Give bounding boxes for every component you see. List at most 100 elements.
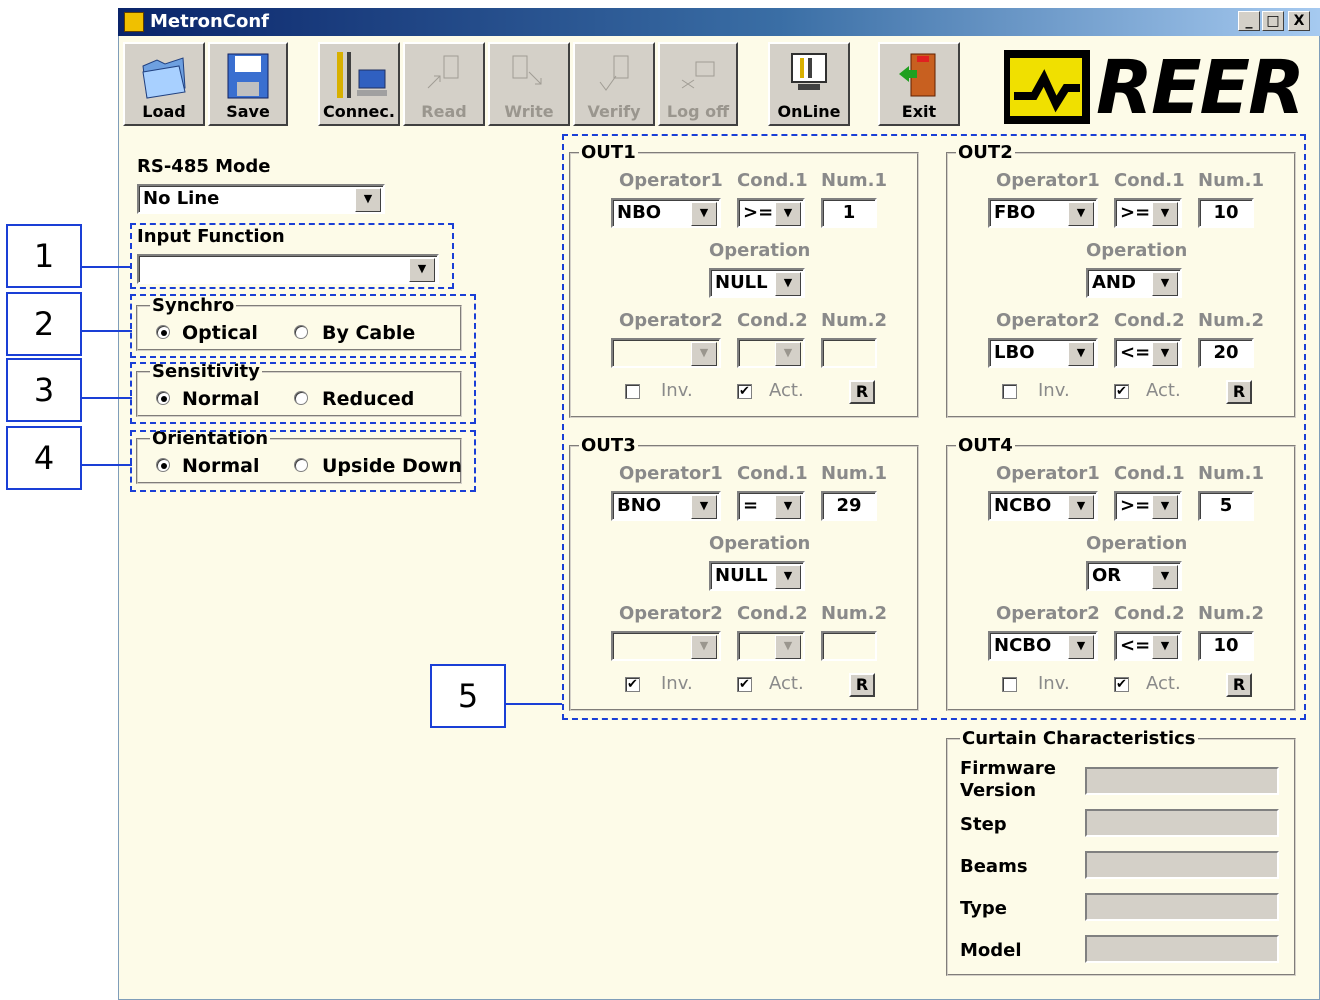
chevron-down-icon[interactable]: ▼ [691, 495, 717, 519]
connect-button[interactable]: Connec. [318, 42, 400, 126]
out3-operator2-select[interactable]: ▼ [611, 631, 721, 661]
write-button[interactable]: Write [488, 42, 570, 126]
out2-cond1-label: Cond.1 [1114, 170, 1185, 191]
chevron-down-icon[interactable]: ▼ [1068, 635, 1094, 659]
out1-num2-input[interactable] [821, 338, 877, 368]
out4-cond2-select[interactable]: <= ▼ [1114, 631, 1182, 661]
chevron-down-icon[interactable]: ▼ [1152, 272, 1178, 296]
out1-num1-input[interactable]: 1 [821, 198, 877, 228]
chevron-down-icon[interactable]: ▼ [775, 635, 801, 659]
exit-button[interactable]: Exit [878, 42, 960, 126]
title-bar[interactable] [118, 8, 1320, 36]
out2-inv-checkbox[interactable] [1002, 384, 1017, 399]
out2-operator1-select[interactable]: FBO ▼ [988, 198, 1098, 228]
out1-cond2-select[interactable]: ▼ [737, 338, 805, 368]
out3-reset-button[interactable]: R [849, 673, 875, 697]
chevron-down-icon[interactable]: ▼ [1068, 342, 1094, 366]
out4-cond1-label: Cond.1 [1114, 463, 1185, 484]
out4-reset-button[interactable]: R [1226, 673, 1252, 697]
out4-operator2-select[interactable]: NCBO ▼ [988, 631, 1098, 661]
chevron-down-icon[interactable]: ▼ [691, 342, 717, 366]
minimize-button[interactable]: _ [1238, 11, 1260, 31]
floppy-disk-icon [227, 53, 269, 99]
out1-reset-button[interactable]: R [849, 380, 875, 404]
out2-cond2-select[interactable]: <= ▼ [1114, 338, 1182, 368]
chevron-down-icon[interactable]: ▼ [1068, 202, 1094, 226]
out4-num2-input[interactable]: 10 [1198, 631, 1254, 661]
callout-1-line [82, 266, 132, 268]
out1-inv-checkbox[interactable] [625, 384, 640, 399]
out4-num1-input[interactable]: 5 [1198, 491, 1254, 521]
maximize-button[interactable]: □ [1262, 11, 1284, 31]
out4-operator2-value: NCBO [994, 635, 1052, 656]
out4-cond1-select[interactable]: >= ▼ [1114, 491, 1182, 521]
chevron-down-icon[interactable]: ▼ [775, 202, 801, 226]
out4-inv-checkbox[interactable] [1002, 677, 1017, 692]
chevron-down-icon[interactable]: ▼ [775, 495, 801, 519]
out3-num2-input[interactable] [821, 631, 877, 661]
logoff-button[interactable]: Log off [658, 42, 738, 126]
chevron-down-icon[interactable]: ▼ [1152, 342, 1178, 366]
read-button[interactable]: Read [403, 42, 485, 126]
out4-operator1-select[interactable]: NCBO ▼ [988, 491, 1098, 521]
out3-cond1-select[interactable]: = ▼ [737, 491, 805, 521]
out2-num2-label: Num.2 [1198, 310, 1264, 331]
rs485-mode-select[interactable]: No Line ▼ [137, 184, 385, 214]
callout-2-highlight [130, 294, 476, 358]
online-monitor-icon [791, 53, 827, 90]
chevron-down-icon[interactable]: ▼ [691, 202, 717, 226]
out3-cond1-value: = [743, 495, 759, 516]
out3-act-checkbox[interactable]: ✔ [737, 677, 752, 692]
chevron-down-icon[interactable]: ▼ [1152, 565, 1178, 589]
exit-door-icon [899, 53, 936, 97]
load-button[interactable]: Load [123, 42, 205, 126]
out4-num2-label: Num.2 [1198, 603, 1264, 624]
out4-act-checkbox[interactable]: ✔ [1114, 677, 1129, 692]
out1-operator2-select[interactable]: ▼ [611, 338, 721, 368]
out3-num1-input[interactable]: 29 [821, 491, 877, 521]
out3-num2-label: Num.2 [821, 603, 887, 624]
out3-inv-checkbox[interactable]: ✔ [625, 677, 640, 692]
out2-operator2-select[interactable]: LBO ▼ [988, 338, 1098, 368]
out2-cond2-label: Cond.2 [1114, 310, 1185, 331]
verify-icon [599, 55, 629, 91]
chevron-down-icon[interactable]: ▼ [775, 342, 801, 366]
close-button[interactable]: X [1288, 11, 1310, 31]
out1-cond1-select[interactable]: >= ▼ [737, 198, 805, 228]
save-button[interactable]: Save [208, 42, 288, 126]
out2-cond2-value: <= [1120, 342, 1151, 363]
out3-operator1-select[interactable]: BNO ▼ [611, 491, 721, 521]
callout-4-highlight [130, 430, 476, 492]
chevron-down-icon[interactable]: ▼ [691, 635, 717, 659]
out1-operation-select[interactable]: NULL ▼ [709, 268, 805, 298]
out3-operation-select[interactable]: NULL ▼ [709, 561, 805, 591]
out1-act-checkbox[interactable]: ✔ [737, 384, 752, 399]
out2-cond1-value: >= [1120, 202, 1151, 223]
callout-3: 3 [6, 358, 82, 422]
app-icon [124, 12, 144, 32]
out2-cond1-select[interactable]: >= ▼ [1114, 198, 1182, 228]
verify-button[interactable]: Verify [573, 42, 655, 126]
out4-operation-select[interactable]: OR ▼ [1086, 561, 1182, 591]
out2-operation-select[interactable]: AND ▼ [1086, 268, 1182, 298]
chevron-down-icon[interactable]: ▼ [1152, 202, 1178, 226]
chevron-down-icon[interactable]: ▼ [1152, 635, 1178, 659]
online-button[interactable]: OnLine [768, 42, 850, 126]
out2-num2-input[interactable]: 20 [1198, 338, 1254, 368]
write-icon [512, 55, 542, 85]
out1-operator1-select[interactable]: NBO ▼ [611, 198, 721, 228]
out2-act-checkbox[interactable]: ✔ [1114, 384, 1129, 399]
out2-reset-button[interactable]: R [1226, 380, 1252, 404]
out1-group: OUT1 Operator1 Cond.1 Num.1 NBO ▼ >= ▼ 1 O… [569, 144, 919, 420]
connect-label: Connec. [323, 102, 395, 121]
chevron-down-icon[interactable]: ▼ [1152, 495, 1178, 519]
out1-num2-label: Num.2 [821, 310, 887, 331]
out4-group: OUT4 Operator1 Cond.1 Num.1 NCBO ▼ >= ▼ 5 … [946, 437, 1296, 713]
out2-num1-input[interactable]: 10 [1198, 198, 1254, 228]
callout-1: 1 [6, 224, 82, 288]
chevron-down-icon[interactable]: ▼ [775, 565, 801, 589]
chevron-down-icon[interactable]: ▼ [355, 188, 381, 212]
out3-cond2-select[interactable]: ▼ [737, 631, 805, 661]
chevron-down-icon[interactable]: ▼ [775, 272, 801, 296]
chevron-down-icon[interactable]: ▼ [1068, 495, 1094, 519]
